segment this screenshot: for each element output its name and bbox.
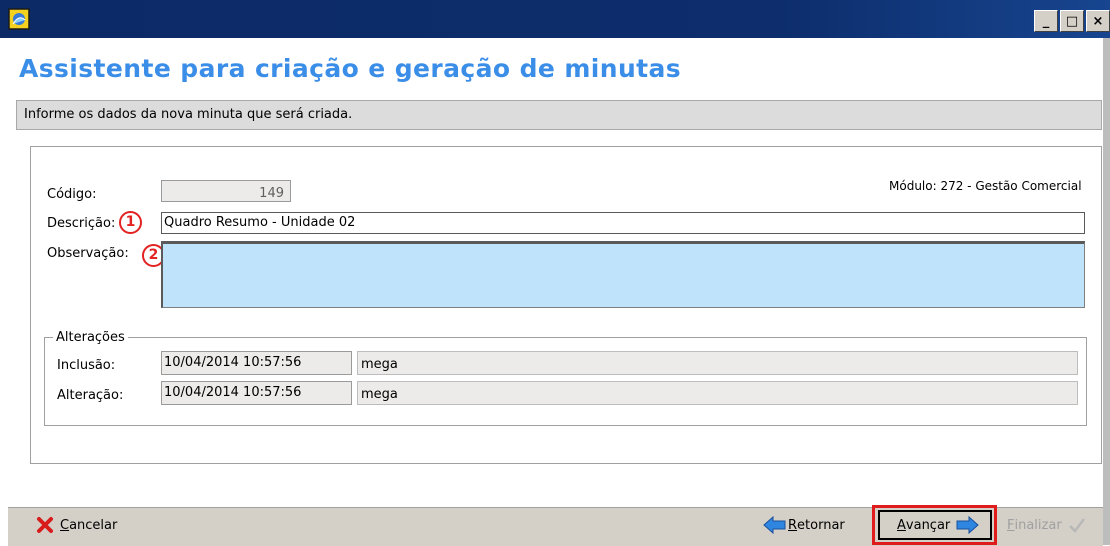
retornar-button[interactable]: Retornar <box>763 514 845 536</box>
codigo-field: 149 <box>161 180 291 202</box>
observacao-label: Observação: <box>47 246 129 261</box>
alteracoes-legend: Alterações <box>56 330 125 345</box>
inclusao-user-field: mega <box>357 351 1078 375</box>
inclusao-datetime-field: 10/04/2014 10:57:56 <box>161 351 352 375</box>
inclusao-label: Inclusão: <box>57 358 116 373</box>
arrow-right-icon <box>956 516 980 534</box>
info-bar: Informe os dados da nova minuta que será… <box>16 100 1102 130</box>
alteracoes-group: Alterações <box>44 330 1087 426</box>
retornar-mnemonic: R <box>788 517 798 533</box>
observacao-textarea[interactable] <box>161 241 1085 308</box>
cancelar-button[interactable]: Cancelar <box>36 514 117 536</box>
cancel-x-icon <box>37 517 53 533</box>
maximize-button[interactable]: □ <box>1060 10 1084 32</box>
alteracao-user-field: mega <box>357 381 1078 405</box>
window-titlebar: _ □ × <box>0 0 1110 38</box>
avancar-label: vançar <box>905 517 951 533</box>
close-button[interactable]: × <box>1086 10 1110 32</box>
info-text: Informe os dados da nova minuta que será… <box>24 107 353 122</box>
codigo-label: Código: <box>47 187 97 202</box>
descricao-label: Descrição: <box>47 216 116 231</box>
avancar-mnemonic: A <box>897 517 906 533</box>
window-frame-right <box>1103 38 1110 545</box>
module-text: Módulo: 272 - Gestão Comercial <box>889 179 1082 193</box>
finalizar-button[interactable]: Finalizar <box>1007 514 1086 536</box>
finalizar-label: inalizar <box>1014 517 1062 533</box>
arrow-left-icon <box>763 516 786 534</box>
minimize-button[interactable]: _ <box>1034 10 1058 32</box>
finalizar-mnemonic: F <box>1007 517 1015 533</box>
cancelar-mnemonic: C <box>60 517 70 533</box>
alteracao-datetime-field: 10/04/2014 10:57:56 <box>161 381 352 405</box>
retornar-label: etornar <box>797 517 845 533</box>
descricao-input[interactable]: Quadro Resumo - Unidade 02 <box>161 212 1085 234</box>
app-icon <box>8 8 30 30</box>
avancar-button[interactable]: Avançar <box>878 510 992 540</box>
alteracao-label: Alteração: <box>57 388 124 403</box>
page-title: Assistente para criação e geração de min… <box>19 54 682 83</box>
annotation-badge-1: 1 <box>119 211 142 234</box>
cancelar-label: ancelar <box>69 517 118 533</box>
heading-area: Assistente para criação e geração de min… <box>0 38 1110 96</box>
checkmark-icon <box>1068 518 1085 533</box>
